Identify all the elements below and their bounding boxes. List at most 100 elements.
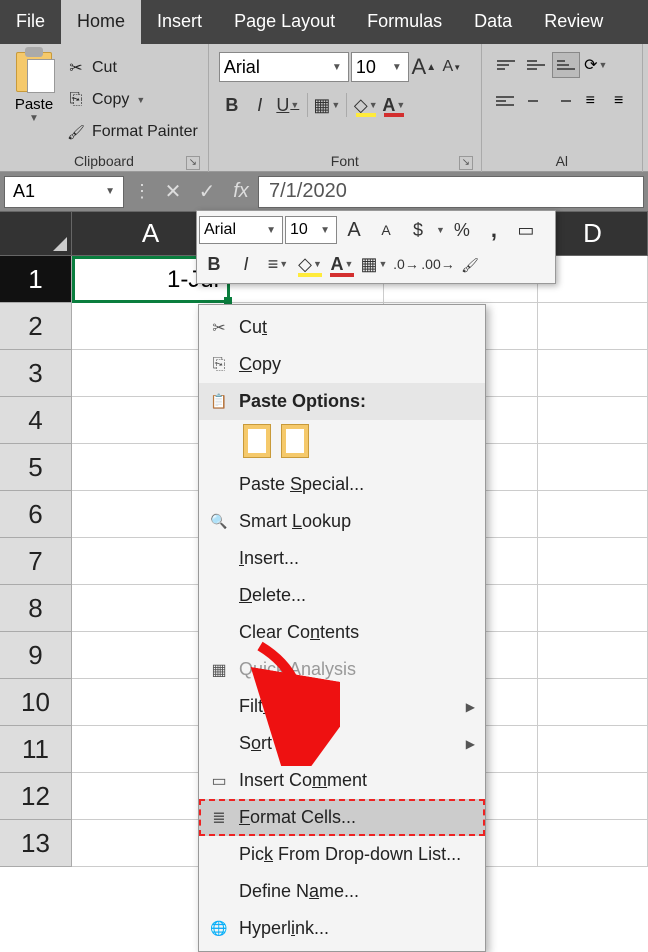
mini-currency[interactable]: $	[403, 216, 433, 244]
mini-fill-color[interactable]: ◇▼	[295, 250, 325, 278]
formula-input[interactable]: 7/1/2020	[258, 176, 644, 208]
ctx-sort[interactable]: Sort▶	[199, 725, 485, 762]
row-header-8[interactable]: 8	[0, 585, 72, 632]
ctx-clear-contents[interactable]: Clear Contents	[199, 614, 485, 651]
paste-option-1[interactable]	[243, 424, 271, 458]
tab-file[interactable]: File	[0, 0, 61, 44]
mini-percent[interactable]: %	[447, 216, 477, 244]
decrease-indent-button[interactable]: ≡	[577, 88, 603, 114]
mini-shrink-font[interactable]: A	[371, 216, 401, 244]
row-header-5[interactable]: 5	[0, 444, 72, 491]
cell[interactable]	[538, 538, 648, 585]
align-bottom-button[interactable]	[552, 52, 580, 78]
row-header-3[interactable]: 3	[0, 350, 72, 397]
row-header-7[interactable]: 7	[0, 538, 72, 585]
paste-option-2[interactable]	[281, 424, 309, 458]
name-box[interactable]: A1▼	[4, 176, 124, 208]
paste-button[interactable]: Paste ▼	[6, 48, 62, 150]
select-all-corner[interactable]	[0, 212, 72, 256]
mini-merge[interactable]: ▭	[511, 216, 541, 244]
ctx-insert-comment[interactable]: Insert Comment	[199, 762, 485, 799]
row-header-11[interactable]: 11	[0, 726, 72, 773]
mini-increase-decimal[interactable]: .0→	[391, 250, 421, 278]
row-header-13[interactable]: 13	[0, 820, 72, 867]
dialog-launcher-icon[interactable]: ↘	[459, 156, 473, 170]
enter-formula-button[interactable]: ✓	[190, 179, 224, 204]
handle-icon[interactable]: ⋮	[128, 181, 156, 202]
mini-format-painter[interactable]	[455, 250, 485, 278]
mini-borders[interactable]: ▦▼	[359, 250, 389, 278]
cell[interactable]	[538, 397, 648, 444]
tab-home[interactable]: Home	[61, 0, 141, 44]
chevron-down-icon[interactable]: ▼	[290, 100, 299, 110]
chevron-down-icon[interactable]: ▼	[29, 113, 39, 124]
borders-button[interactable]: ▦▼	[314, 92, 340, 118]
mini-font-combo[interactable]: Arial▼	[199, 216, 283, 244]
tab-page-layout[interactable]: Page Layout	[218, 0, 351, 44]
chevron-down-icon[interactable]: ▼	[390, 62, 404, 73]
underline-button[interactable]: U▼	[275, 92, 301, 118]
ctx-delete[interactable]: Delete...	[199, 577, 485, 614]
font-name-combo[interactable]: Arial▼	[219, 52, 349, 82]
orientation-button[interactable]: ⟳▼	[582, 52, 610, 78]
row-header-6[interactable]: 6	[0, 491, 72, 538]
cell[interactable]	[538, 632, 648, 679]
mini-bold[interactable]: B	[199, 250, 229, 278]
font-size-combo[interactable]: 10▼	[351, 52, 409, 82]
align-right-button[interactable]	[549, 88, 575, 114]
tab-insert[interactable]: Insert	[141, 0, 218, 44]
grow-font-button[interactable]: A▲	[411, 54, 437, 80]
cell[interactable]	[538, 303, 648, 350]
ctx-hyperlink[interactable]: Hyperlink...	[199, 910, 485, 947]
mini-align[interactable]: ≡▼	[263, 250, 293, 278]
chevron-down-icon[interactable]: ▼	[264, 225, 278, 236]
chevron-down-icon[interactable]: ▼	[331, 100, 340, 110]
cell[interactable]	[538, 726, 648, 773]
mini-decrease-decimal[interactable]: .00→	[423, 250, 453, 278]
tab-formulas[interactable]: Formulas	[351, 0, 458, 44]
ctx-filter[interactable]: Filter▶	[199, 688, 485, 725]
ctx-pick-list[interactable]: Pick From Drop-down List...	[199, 836, 485, 873]
row-header-12[interactable]: 12	[0, 773, 72, 820]
cell[interactable]	[538, 820, 648, 867]
fill-color-button[interactable]: ◇▼	[353, 92, 379, 118]
align-center-button[interactable]	[520, 88, 546, 114]
ctx-smart-lookup[interactable]: Smart Lookup	[199, 503, 485, 540]
row-header-10[interactable]: 10	[0, 679, 72, 726]
row-header-1[interactable]: 1	[0, 256, 72, 303]
mini-size-combo[interactable]: 10▼	[285, 216, 337, 244]
copy-button[interactable]: Copy▼	[66, 86, 198, 114]
align-left-button[interactable]	[492, 88, 518, 114]
align-middle-button[interactable]	[522, 52, 550, 78]
italic-button[interactable]: I	[247, 92, 273, 118]
cell[interactable]	[538, 350, 648, 397]
row-header-4[interactable]: 4	[0, 397, 72, 444]
ctx-copy[interactable]: Copy	[199, 346, 485, 383]
row-header-2[interactable]: 2	[0, 303, 72, 350]
chevron-down-icon[interactable]: ▼	[369, 100, 378, 110]
cell[interactable]	[538, 491, 648, 538]
cell[interactable]	[538, 679, 648, 726]
cell[interactable]	[538, 773, 648, 820]
ctx-paste-special[interactable]: Paste Special...	[199, 466, 485, 503]
mini-italic[interactable]: I	[231, 250, 261, 278]
bold-button[interactable]: B	[219, 92, 245, 118]
tab-data[interactable]: Data	[458, 0, 528, 44]
chevron-down-icon[interactable]: ▼	[318, 225, 332, 236]
ctx-cut[interactable]: Cut	[199, 309, 485, 346]
cancel-formula-button[interactable]: ✕	[156, 179, 190, 204]
align-top-button[interactable]	[492, 52, 520, 78]
shrink-font-button[interactable]: A▼	[439, 54, 465, 80]
ctx-define-name[interactable]: Define Name...	[199, 873, 485, 910]
ctx-format-cells[interactable]: Format Cells...	[199, 799, 485, 836]
chevron-down-icon[interactable]: ▼	[330, 62, 344, 73]
tab-review[interactable]: Review	[528, 0, 619, 44]
chevron-down-icon[interactable]: ▼	[396, 100, 405, 110]
cell[interactable]	[538, 444, 648, 491]
row-header-9[interactable]: 9	[0, 632, 72, 679]
fx-button[interactable]: fx	[224, 180, 258, 203]
chevron-down-icon[interactable]: ▼	[136, 95, 145, 105]
dialog-launcher-icon[interactable]: ↘	[186, 156, 200, 170]
cut-button[interactable]: Cut	[66, 54, 198, 82]
cell[interactable]	[538, 585, 648, 632]
